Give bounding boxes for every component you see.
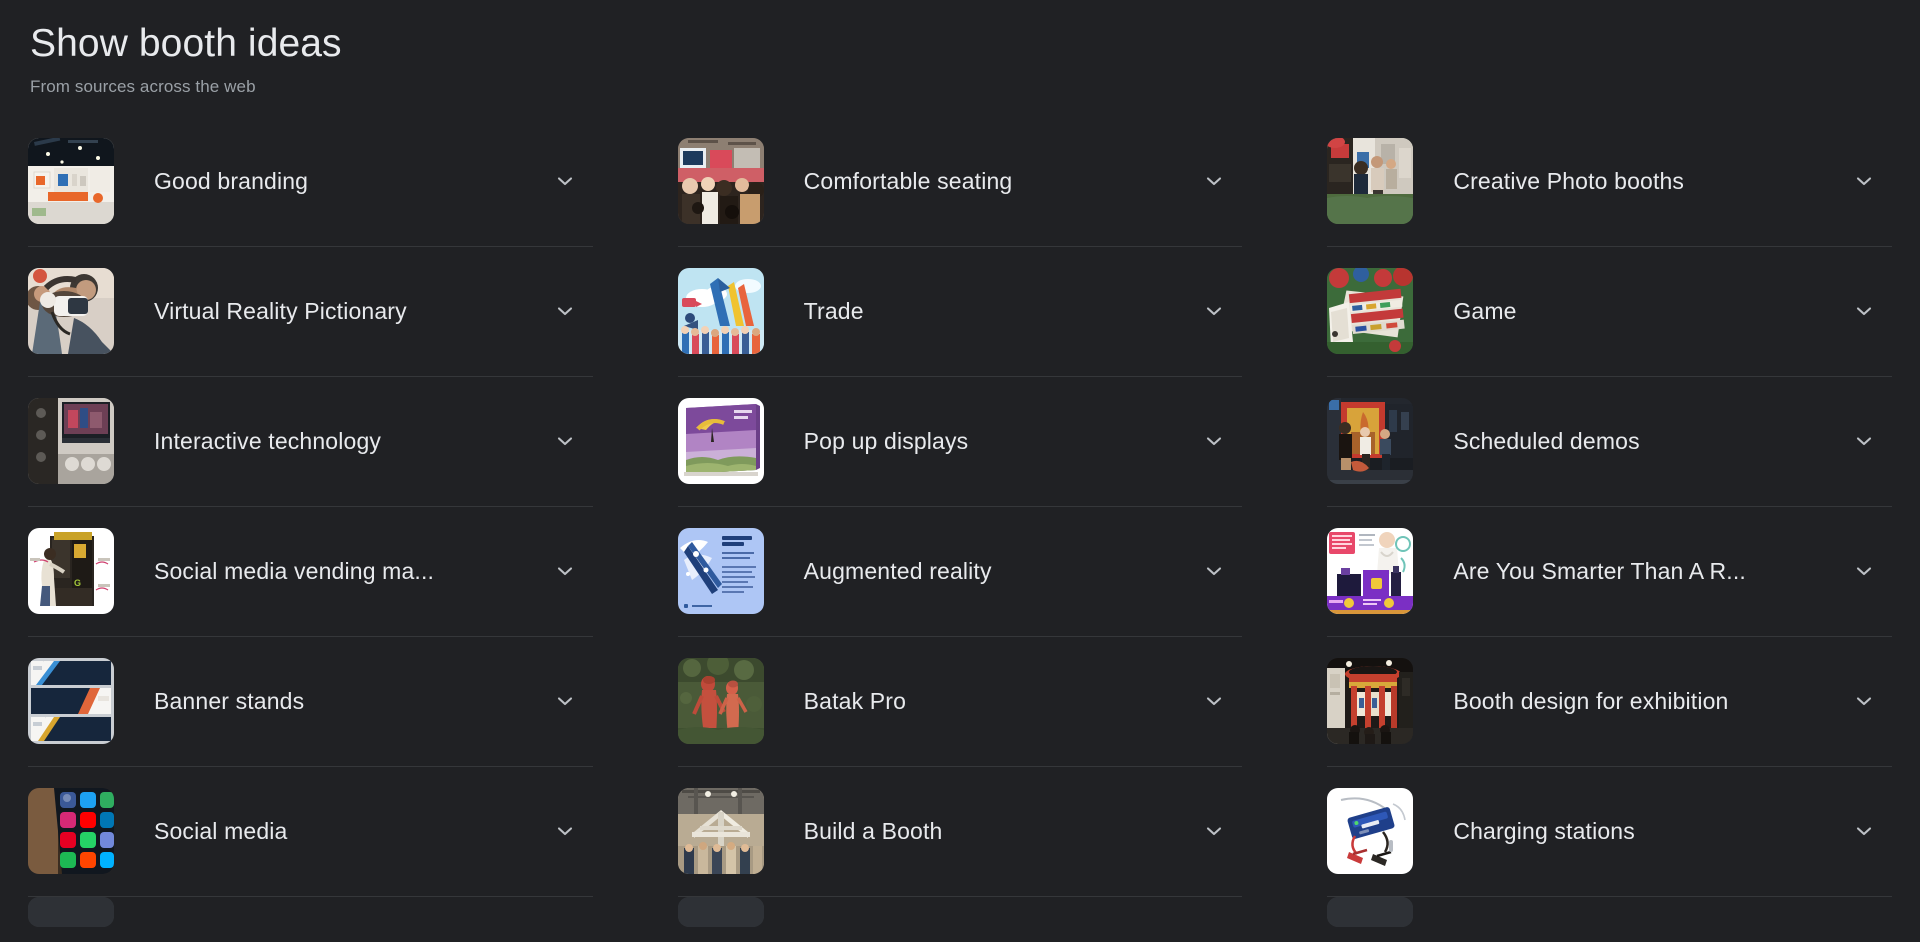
thumbnail-partial-next bbox=[677, 896, 764, 927]
chevron-down-icon[interactable] bbox=[551, 167, 579, 195]
show-booth-ideas-page: Show booth ideas From sources across the… bbox=[0, 0, 1920, 927]
thumbnail-partial-next bbox=[1327, 896, 1414, 927]
idea-row[interactable]: Interactive technology bbox=[28, 377, 593, 507]
idea-label: Social media bbox=[154, 817, 288, 844]
idea-label: Booth design for exhibition bbox=[1453, 687, 1729, 714]
chevron-down-icon[interactable] bbox=[1200, 557, 1228, 585]
idea-label: Charging stations bbox=[1453, 817, 1635, 844]
idea-label: Trade bbox=[803, 297, 864, 324]
idea-row[interactable]: G Social media vending ma... bbox=[28, 507, 593, 637]
idea-label: Creative Photo booths bbox=[1453, 167, 1685, 194]
thumbnail-booth-design-for-exhibition bbox=[1327, 658, 1414, 745]
thumbnail-augmented-reality bbox=[677, 528, 764, 615]
thumbnail-banner-stands bbox=[28, 658, 114, 745]
chevron-down-icon[interactable] bbox=[1200, 427, 1228, 455]
ideas-column-1: Good branding Virtual Reality Pictionary… bbox=[28, 117, 593, 927]
thumbnail-social-media bbox=[28, 788, 114, 875]
idea-label: Batak Pro bbox=[803, 687, 907, 714]
ideas-column-3: Creative Photo booths Game Scheduled dem… bbox=[1327, 117, 1893, 927]
idea-label: Game bbox=[1453, 297, 1517, 324]
chevron-down-icon[interactable] bbox=[1850, 687, 1878, 715]
idea-row[interactable]: Are You Smarter Than A R... bbox=[1327, 507, 1893, 637]
idea-label: Good branding bbox=[154, 167, 309, 194]
idea-row[interactable]: Charging stations bbox=[1327, 767, 1893, 897]
chevron-down-icon[interactable] bbox=[1200, 687, 1228, 715]
chevron-down-icon[interactable] bbox=[551, 297, 579, 325]
idea-row[interactable]: Augmented reality bbox=[677, 507, 1243, 637]
chevron-down-icon[interactable] bbox=[551, 557, 579, 585]
thumbnail-social-media-vending-machine: G bbox=[28, 528, 114, 615]
idea-label: Social media vending ma... bbox=[154, 557, 435, 584]
idea-row[interactable]: Social media bbox=[28, 767, 593, 897]
idea-label: Pop up displays bbox=[803, 427, 969, 454]
idea-row[interactable] bbox=[28, 896, 593, 927]
idea-label: Are You Smarter Than A R... bbox=[1453, 557, 1746, 584]
idea-label: Interactive technology bbox=[154, 427, 382, 454]
thumbnail-scheduled-demos bbox=[1327, 398, 1414, 485]
idea-label: Augmented reality bbox=[803, 557, 992, 584]
idea-row[interactable]: Batak Pro bbox=[677, 637, 1243, 767]
chevron-down-icon[interactable] bbox=[1850, 557, 1878, 585]
chevron-down-icon[interactable] bbox=[1850, 817, 1878, 845]
chevron-down-icon[interactable] bbox=[1850, 167, 1878, 195]
thumbnail-build-a-booth bbox=[677, 788, 764, 875]
idea-row[interactable]: Comfortable seating bbox=[677, 117, 1243, 247]
thumbnail-trade bbox=[677, 268, 764, 355]
chevron-down-icon[interactable] bbox=[551, 687, 579, 715]
thumbnail-good-branding bbox=[28, 138, 114, 225]
chevron-down-icon[interactable] bbox=[551, 427, 579, 455]
idea-row[interactable]: Creative Photo booths bbox=[1327, 117, 1893, 247]
thumbnail-charging-stations bbox=[1327, 788, 1414, 875]
chevron-down-icon[interactable] bbox=[1850, 297, 1878, 325]
idea-label: Build a Booth bbox=[803, 817, 943, 844]
chevron-down-icon[interactable] bbox=[551, 817, 579, 845]
thumbnail-batak-pro bbox=[677, 658, 764, 745]
idea-row[interactable]: Virtual Reality Pictionary bbox=[28, 247, 593, 377]
svg-text:G: G bbox=[74, 578, 81, 588]
thumbnail-virtual-reality-pictionary bbox=[28, 268, 114, 355]
idea-row[interactable]: Trade bbox=[677, 247, 1243, 377]
idea-row[interactable]: Booth design for exhibition bbox=[1327, 637, 1893, 767]
ideas-column-2: Comfortable seating Trade Pop up display… bbox=[677, 117, 1243, 927]
idea-row[interactable]: Build a Booth bbox=[677, 767, 1243, 897]
thumbnail-creative-photo-booths bbox=[1327, 138, 1414, 225]
thumbnail-pop-up-displays bbox=[677, 398, 764, 485]
ideas-columns: Good branding Virtual Reality Pictionary… bbox=[28, 117, 1893, 927]
chevron-down-icon[interactable] bbox=[1850, 427, 1878, 455]
idea-label: Comfortable seating bbox=[803, 167, 1013, 194]
idea-row[interactable]: Banner stands bbox=[28, 637, 593, 767]
page-subtitle: From sources across the web bbox=[30, 76, 256, 96]
thumbnail-are-you-smarter-than-a-robot bbox=[1327, 528, 1414, 615]
chevron-down-icon[interactable] bbox=[1200, 167, 1228, 195]
chevron-down-icon[interactable] bbox=[1200, 817, 1228, 845]
thumbnail-comfortable-seating bbox=[677, 138, 764, 225]
thumbnail-interactive-technology bbox=[28, 398, 114, 485]
page-title: Show booth ideas bbox=[30, 22, 342, 65]
idea-row[interactable]: Pop up displays bbox=[677, 377, 1243, 507]
idea-row[interactable]: Game bbox=[1327, 247, 1893, 377]
idea-row[interactable]: Good branding bbox=[28, 117, 593, 247]
chevron-down-icon[interactable] bbox=[1200, 297, 1228, 325]
thumbnail-game bbox=[1327, 268, 1414, 355]
idea-label: Virtual Reality Pictionary bbox=[154, 297, 407, 324]
thumbnail-partial-next bbox=[28, 896, 114, 927]
idea-row[interactable]: Scheduled demos bbox=[1327, 377, 1893, 507]
idea-label: Scheduled demos bbox=[1453, 427, 1640, 454]
idea-label: Banner stands bbox=[154, 687, 305, 714]
idea-row[interactable] bbox=[1327, 896, 1892, 927]
idea-row[interactable] bbox=[677, 896, 1243, 927]
